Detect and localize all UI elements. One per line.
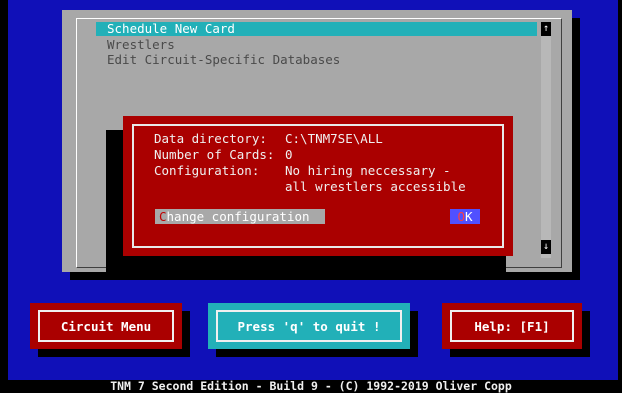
scrollbar-track[interactable] xyxy=(541,22,551,258)
circuit-menu-label: Circuit Menu xyxy=(38,310,174,342)
configuration-value-line1: No hiring neccessary - xyxy=(285,163,451,178)
data-directory-value: C:\TNM7SE\ALL xyxy=(285,131,383,146)
footer-copyright: TNM 7 Second Edition - Build 9 - (C) 199… xyxy=(110,379,512,393)
configuration-label: Configuration: xyxy=(154,163,260,178)
change-label: hange configuration xyxy=(166,209,310,224)
scroll-down-arrow-icon[interactable]: ↓ xyxy=(541,240,551,254)
data-directory-label: Data directory: xyxy=(154,131,267,146)
help-label: Help: [F1] xyxy=(450,310,574,342)
configuration-value-line2: all wrestlers accessible xyxy=(285,179,466,194)
number-of-cards-label: Number of Cards: xyxy=(154,147,275,162)
menu-item-schedule-new-card[interactable]: Schedule New Card xyxy=(96,22,537,36)
circuit-menu-button[interactable]: Circuit Menu xyxy=(30,303,182,349)
scroll-up-arrow-icon[interactable]: ↑ xyxy=(541,22,551,36)
number-of-cards-value: 0 xyxy=(285,147,293,162)
dialog-shadow-bottom xyxy=(106,256,506,280)
ok-button[interactable]: OK xyxy=(450,209,480,224)
change-hotkey: C xyxy=(159,209,167,224)
quit-button[interactable]: Press 'q' to quit ! xyxy=(208,303,410,349)
ok-label: K xyxy=(465,209,473,224)
change-configuration-button[interactable]: Change configuration xyxy=(155,209,325,224)
menu-item-edit-circuit-databases[interactable]: Edit Circuit-Specific Databases xyxy=(96,53,340,67)
ok-hotkey: O xyxy=(457,209,465,224)
help-button[interactable]: Help: [F1] xyxy=(442,303,582,349)
quit-label: Press 'q' to quit ! xyxy=(216,310,402,342)
menu-item-wrestlers[interactable]: Wrestlers xyxy=(96,38,175,52)
